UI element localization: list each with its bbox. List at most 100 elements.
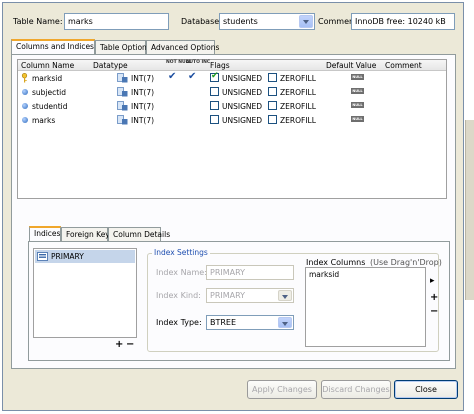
index-name-input[interactable]: PRIMARY bbox=[206, 265, 294, 280]
tab-indices[interactable]: Indices bbox=[29, 226, 61, 241]
null-badge[interactable]: NULL bbox=[351, 116, 364, 122]
index-settings-group: Index Settings Index Name: PRIMARY Index… bbox=[147, 248, 442, 352]
remove-index-button[interactable]: − bbox=[126, 339, 134, 350]
index-name-text: PRIMARY bbox=[51, 252, 84, 261]
zerofill-label: ZEROFILL bbox=[280, 88, 316, 97]
tab-advanced-options[interactable]: Advanced Options bbox=[146, 40, 219, 54]
columns-grid: Column Name Datatype NOT NULL AUTO INC F… bbox=[17, 59, 447, 199]
header-not-null[interactable]: NOT NULL bbox=[166, 60, 191, 65]
unsigned-checkbox[interactable]: ✔ bbox=[210, 71, 219, 82]
comment-input[interactable]: InnoDB free: 10240 kB bbox=[351, 13, 455, 30]
window-edge-strip bbox=[465, 120, 474, 300]
header-comment[interactable]: Comment bbox=[385, 61, 422, 70]
add-index-button[interactable]: + bbox=[115, 339, 123, 350]
column-row[interactable]: marksid INT(7) ✔ ✔ ✔ UNSIGNED ZEROFILL N… bbox=[18, 71, 446, 85]
add-index-column-button[interactable]: + bbox=[430, 292, 438, 303]
index-icon bbox=[37, 252, 48, 261]
column-name-cell[interactable]: marks bbox=[32, 116, 55, 125]
tab-table-options[interactable]: Table Options bbox=[95, 40, 151, 54]
apply-changes-button[interactable]: Apply Changes bbox=[247, 380, 317, 399]
header-column-name[interactable]: Column Name bbox=[21, 61, 74, 70]
header-default-value[interactable]: Default Value bbox=[326, 61, 376, 70]
datatype-icon bbox=[117, 73, 128, 83]
column-name-cell[interactable]: studentid bbox=[32, 102, 68, 111]
header-auto-inc[interactable]: AUTO INC bbox=[186, 60, 210, 65]
zerofill-label: ZEROFILL bbox=[280, 116, 316, 125]
chevron-down-icon[interactable] bbox=[278, 317, 292, 328]
column-row[interactable]: marks INT(7) UNSIGNED ZEROFILL NULL bbox=[18, 113, 446, 127]
index-columns-hint: (Use Drag'n'Drop) bbox=[370, 258, 442, 267]
table-header-row: Table Name: marks Database: students Com… bbox=[11, 13, 455, 31]
indices-panel: PRIMARY + − Index Settings Index Name: P… bbox=[28, 241, 450, 361]
database-select[interactable]: students bbox=[219, 13, 315, 30]
database-label: Database: bbox=[181, 17, 222, 26]
index-type-label: Index Type: bbox=[156, 318, 202, 327]
tab-columns-and-indices[interactable]: Columns and Indices bbox=[11, 39, 95, 54]
close-button[interactable]: Close bbox=[394, 380, 458, 399]
header-flags[interactable]: Flags bbox=[210, 61, 230, 70]
index-columns-list: marksid bbox=[305, 267, 426, 347]
unsigned-checkbox[interactable] bbox=[210, 87, 219, 96]
not-null-check-icon[interactable]: ✔ bbox=[168, 71, 176, 82]
unsigned-label: UNSIGNED bbox=[222, 116, 263, 125]
checkmark-icon: ✔ bbox=[211, 71, 219, 81]
table-name-label: Table Name: bbox=[13, 17, 63, 26]
column-name-cell[interactable]: subjectid bbox=[32, 88, 66, 97]
index-kind-label: Index Kind: bbox=[156, 291, 201, 300]
tab-foreign-keys[interactable]: Foreign Keys bbox=[61, 227, 114, 241]
table-name-input[interactable]: marks bbox=[64, 13, 169, 30]
datatype-icon bbox=[117, 101, 128, 111]
datatype-cell[interactable]: INT(7) bbox=[131, 74, 154, 83]
index-type-select[interactable]: BTREE bbox=[206, 315, 294, 330]
table-editor-window: Table Name: marks Database: students Com… bbox=[2, 2, 464, 411]
chevron-down-icon[interactable] bbox=[299, 15, 313, 28]
unsigned-label: UNSIGNED bbox=[222, 88, 263, 97]
unsigned-checkbox[interactable] bbox=[210, 115, 219, 124]
chevron-down-icon[interactable] bbox=[278, 290, 292, 301]
index-kind-select[interactable]: PRIMARY bbox=[206, 288, 294, 303]
index-type-value: BTREE bbox=[210, 318, 237, 327]
unsigned-label: UNSIGNED bbox=[222, 74, 263, 83]
datatype-icon bbox=[117, 115, 128, 125]
zerofill-checkbox[interactable] bbox=[268, 73, 277, 82]
column-row[interactable]: subjectid INT(7) UNSIGNED ZEROFILL NULL bbox=[18, 85, 446, 99]
index-column-item[interactable]: marksid bbox=[309, 270, 339, 279]
null-badge[interactable]: NULL bbox=[351, 88, 364, 94]
datatype-cell[interactable]: INT(7) bbox=[131, 102, 154, 111]
header-datatype[interactable]: Datatype bbox=[93, 61, 128, 70]
auto-inc-check-icon[interactable]: ✔ bbox=[188, 71, 196, 82]
main-tab-bar: Columns and Indices Table Options Advanc… bbox=[11, 39, 311, 54]
index-list-item[interactable]: PRIMARY bbox=[35, 250, 135, 263]
column-icon bbox=[22, 117, 28, 123]
index-name-label: Index Name: bbox=[156, 268, 207, 277]
column-name-cell[interactable]: marksid bbox=[32, 74, 62, 83]
null-badge[interactable]: NULL bbox=[351, 74, 364, 80]
columns-and-indices-panel: Column Name Datatype NOT NULL AUTO INC F… bbox=[11, 54, 456, 369]
zerofill-checkbox[interactable] bbox=[268, 87, 277, 96]
index-kind-value: PRIMARY bbox=[210, 291, 246, 300]
zerofill-label: ZEROFILL bbox=[280, 74, 316, 83]
zerofill-label: ZEROFILL bbox=[280, 102, 316, 111]
zerofill-checkbox[interactable] bbox=[268, 115, 277, 124]
tab-column-details[interactable]: Column Details bbox=[108, 227, 170, 241]
unsigned-label: UNSIGNED bbox=[222, 102, 263, 111]
unsigned-checkbox[interactable] bbox=[210, 101, 219, 110]
primary-key-icon bbox=[21, 73, 28, 83]
index-columns-label: Index Columns bbox=[306, 258, 366, 267]
datatype-icon bbox=[117, 87, 128, 97]
lower-tab-bar: Indices Foreign Keys Column Details bbox=[29, 226, 229, 241]
datatype-cell[interactable]: INT(7) bbox=[131, 116, 154, 125]
column-row[interactable]: studentid INT(7) UNSIGNED ZEROFILL NULL bbox=[18, 99, 446, 113]
null-badge[interactable]: NULL bbox=[351, 102, 364, 108]
columns-grid-header: Column Name Datatype NOT NULL AUTO INC F… bbox=[18, 60, 446, 71]
index-list: PRIMARY bbox=[33, 248, 137, 338]
column-icon bbox=[22, 89, 28, 95]
database-select-value: students bbox=[223, 17, 258, 26]
index-settings-title: Index Settings bbox=[152, 248, 210, 257]
datatype-cell[interactable]: INT(7) bbox=[131, 88, 154, 97]
zerofill-checkbox[interactable] bbox=[268, 101, 277, 110]
column-icon bbox=[22, 103, 28, 109]
discard-changes-button[interactable]: Discard Changes bbox=[321, 380, 391, 399]
move-column-right-icon[interactable]: ▸ bbox=[430, 276, 435, 286]
remove-index-column-button[interactable]: − bbox=[430, 306, 438, 317]
